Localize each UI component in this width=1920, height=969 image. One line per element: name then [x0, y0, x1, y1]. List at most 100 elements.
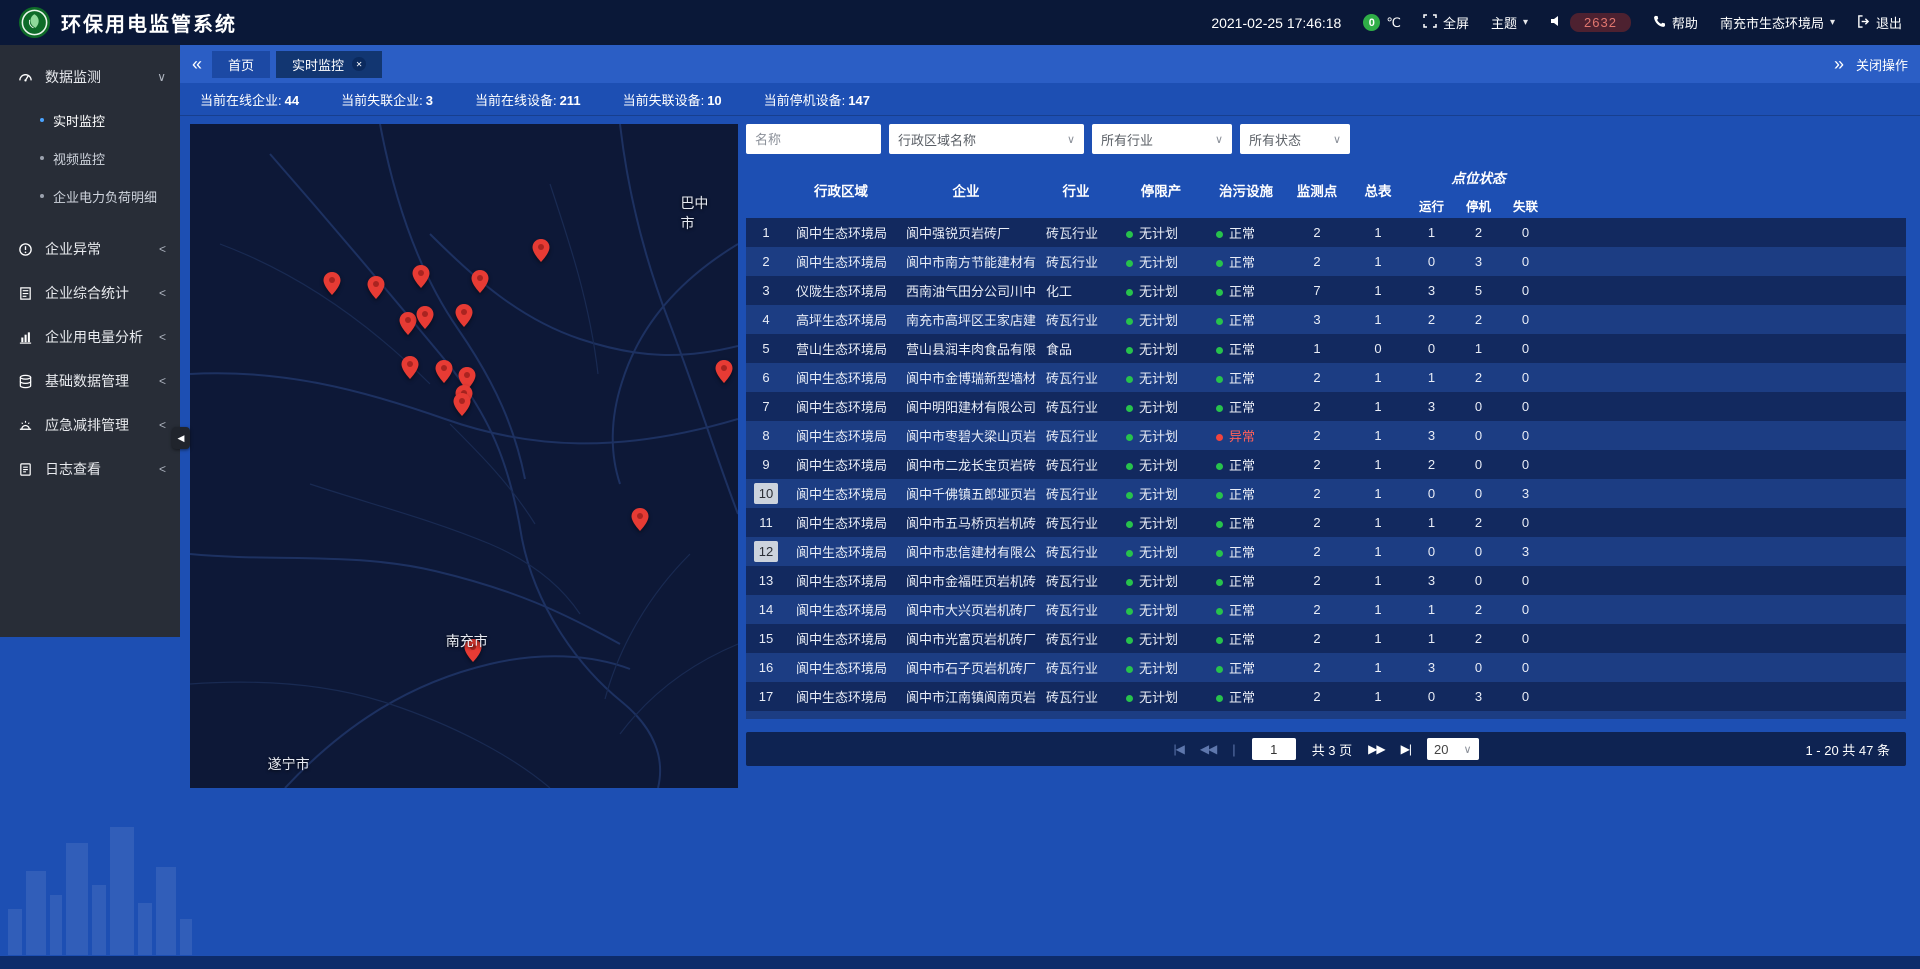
- table-row[interactable]: 1阆中生态环境局阆中强锐页岩砖厂砖瓦行业无计划正常21120: [746, 218, 1906, 247]
- tab-home[interactable]: 首页: [212, 51, 270, 78]
- sidebar-item[interactable]: 企业综合统计<: [0, 271, 180, 315]
- table-row[interactable]: 17阆中生态环境局阆中市江南镇阆南页岩砖瓦行业无计划正常21030: [746, 682, 1906, 711]
- enterprise-table: 行政区域 企业 行业 停限产 治污设施 监测点 总表 点位状态: [746, 162, 1906, 719]
- map-pin[interactable]: [631, 508, 648, 536]
- enterprise-table-wrap: 行政区域 企业 行业 停限产 治污设施 监测点 总表 点位状态: [746, 162, 1906, 719]
- row-index: 8: [754, 425, 778, 446]
- status-dot-green: [1216, 231, 1223, 238]
- sidebar-subitem[interactable]: 实时监控: [0, 101, 180, 139]
- pin-icon: [413, 265, 430, 288]
- cell-region: 阆中生态环境局: [786, 363, 896, 392]
- alarm-widget[interactable]: 2632: [1550, 13, 1631, 32]
- map[interactable]: 巴中市南充市遂宁市: [190, 124, 738, 788]
- table-row[interactable]: 13阆中生态环境局阆中市金福旺页岩机砖砖瓦行业无计划正常21300: [746, 566, 1906, 595]
- status-dot-green: [1126, 579, 1133, 586]
- map-pin[interactable]: [533, 239, 550, 267]
- map-panel-collapse-button[interactable]: ◀: [172, 427, 190, 449]
- table-row[interactable]: 12阆中生态环境局阆中市忠信建材有限公砖瓦行业无计划正常21003: [746, 537, 1906, 566]
- map-pin[interactable]: [323, 272, 340, 300]
- name-search-input[interactable]: [746, 124, 881, 154]
- col-enterprise: 企业: [896, 162, 1036, 218]
- last-page-button[interactable]: ▶|: [1401, 742, 1411, 756]
- page-number-input[interactable]: [1252, 738, 1296, 760]
- cell-industry: 砖瓦行业: [1036, 624, 1116, 653]
- map-pin[interactable]: [715, 360, 732, 388]
- row-index: 7: [754, 396, 778, 417]
- sidebar-item[interactable]: 企业异常<: [0, 227, 180, 271]
- cell-production-status: 无计划: [1116, 624, 1206, 653]
- table-row[interactable]: 5营山生态环境局营山县润丰肉食品有限食品无计划正常10010: [746, 334, 1906, 363]
- table-row[interactable]: 11阆中生态环境局阆中市五马桥页岩机砖砖瓦行业无计划正常21120: [746, 508, 1906, 537]
- cell-monitor-points: 2: [1286, 479, 1348, 508]
- fullscreen-button[interactable]: 全屏: [1423, 13, 1469, 32]
- page-size-select[interactable]: 20 ∨: [1427, 738, 1479, 760]
- table-row[interactable]: 7阆中生态环境局阆中明阳建材有限公司砖瓦行业无计划正常21300: [746, 392, 1906, 421]
- cell-offline: 0: [1502, 711, 1549, 719]
- table-row[interactable]: 6阆中生态环境局阆中市金博瑞新型墙材砖瓦行业无计划正常21120: [746, 363, 1906, 392]
- table-row[interactable]: 3仪陇生态环境局西南油气田分公司川中化工无计划正常71350: [746, 276, 1906, 305]
- sidebar-item[interactable]: 应急减排管理<: [0, 403, 180, 447]
- region-select[interactable]: 行政区域名称∨: [889, 124, 1084, 154]
- tabs-scroll-right-button[interactable]: »: [1834, 55, 1844, 73]
- status-dot-green: [1216, 376, 1223, 383]
- map-pin[interactable]: [413, 265, 430, 293]
- help-button[interactable]: 帮助: [1653, 13, 1698, 32]
- cell-running: 1: [1408, 624, 1455, 653]
- datetime: 2021-02-25 17:46:18: [1211, 15, 1341, 31]
- cell-enterprise: 阆中强锐页岩砖厂: [896, 218, 1036, 247]
- sidebar-item[interactable]: 基础数据管理<: [0, 359, 180, 403]
- close-tab-icon[interactable]: ✕: [352, 57, 366, 71]
- status-dot-green: [1216, 637, 1223, 644]
- map-pin[interactable]: [401, 356, 418, 384]
- logout-button[interactable]: 退出: [1857, 13, 1902, 32]
- map-pin[interactable]: [456, 304, 473, 332]
- table-row[interactable]: 15阆中生态环境局阆中市光富页岩机砖厂砖瓦行业无计划正常21120: [746, 624, 1906, 653]
- prev-page-button[interactable]: ◀◀: [1200, 742, 1216, 756]
- map-pin[interactable]: [436, 360, 453, 388]
- tab-realtime-monitor[interactable]: 实时监控✕: [276, 51, 382, 78]
- cell-production-status: 无计划: [1116, 218, 1206, 247]
- theme-dropdown[interactable]: 主题 ▾: [1491, 13, 1528, 32]
- chevron-down-icon: ∨: [1067, 133, 1075, 146]
- map-pin[interactable]: [367, 276, 384, 304]
- table-row[interactable]: 4高坪生态环境局南充市高坪区王家店建砖瓦行业无计划正常31220: [746, 305, 1906, 334]
- cell-monitor-points: 2: [1286, 218, 1348, 247]
- table-row[interactable]: 9阆中生态环境局阆中市二龙长宝页岩砖砖瓦行业无计划正常21200: [746, 450, 1906, 479]
- gauge-icon: [18, 70, 35, 85]
- sidebar-subitem[interactable]: 视频监控: [0, 139, 180, 177]
- status-dot-green: [1126, 637, 1133, 644]
- map-roads: [190, 124, 738, 788]
- chevron-down-icon: ∨: [157, 70, 166, 84]
- cell-facility-status: 正常: [1206, 363, 1286, 392]
- sidebar-item[interactable]: 数据监测∨: [0, 55, 180, 99]
- next-page-button[interactable]: ▶▶: [1368, 742, 1384, 756]
- map-pin[interactable]: [453, 393, 470, 421]
- table-row[interactable]: 10阆中生态环境局阆中千佛镇五郎垭页岩砖瓦行业无计划正常21003: [746, 479, 1906, 508]
- map-pin[interactable]: [417, 306, 434, 334]
- industry-select[interactable]: 所有行业∨: [1092, 124, 1232, 154]
- cell-region: 营山生态环境局: [786, 334, 896, 363]
- cell-stopped: 3: [1455, 711, 1502, 719]
- map-pin[interactable]: [400, 312, 417, 340]
- first-page-button[interactable]: |◀: [1173, 742, 1183, 756]
- bottom-edge-bar: [0, 956, 1920, 969]
- status-select[interactable]: 所有状态∨: [1240, 124, 1350, 154]
- table-row[interactable]: 2阆中生态环境局阆中市南方节能建材有砖瓦行业无计划正常21030: [746, 247, 1906, 276]
- table-row[interactable]: 8阆中生态环境局阆中市枣碧大梁山页岩砖瓦行业无计划异常21300: [746, 421, 1906, 450]
- close-operations-button[interactable]: 关闭操作: [1856, 55, 1908, 74]
- table-row[interactable]: 18南部生态环境局南部县兴华页岩砖有限公砖瓦行业无计划正常21030: [746, 711, 1906, 719]
- cell-industry: 砖瓦行业: [1036, 595, 1116, 624]
- map-pin[interactable]: [471, 270, 488, 298]
- cell-running: 3: [1408, 653, 1455, 682]
- chevron-left-icon: <: [159, 462, 166, 476]
- table-row[interactable]: 14阆中生态环境局阆中市大兴页岩机砖厂砖瓦行业无计划正常21120: [746, 595, 1906, 624]
- cell-monitor-points: 2: [1286, 508, 1348, 537]
- cell-enterprise: 阆中市枣碧大梁山页岩: [896, 421, 1036, 450]
- sidebar-item[interactable]: 企业用电量分析<: [0, 315, 180, 359]
- table-row[interactable]: 16阆中生态环境局阆中市石子页岩机砖厂砖瓦行业无计划正常21300: [746, 653, 1906, 682]
- sidebar-subitem[interactable]: 企业电力负荷明细: [0, 177, 180, 215]
- org-dropdown[interactable]: 南充市生态环境局 ▾: [1720, 13, 1835, 32]
- sidebar-item[interactable]: 日志查看<: [0, 447, 180, 491]
- status-dot-green: [1126, 318, 1133, 325]
- tabs-scroll-left-button[interactable]: «: [192, 55, 202, 73]
